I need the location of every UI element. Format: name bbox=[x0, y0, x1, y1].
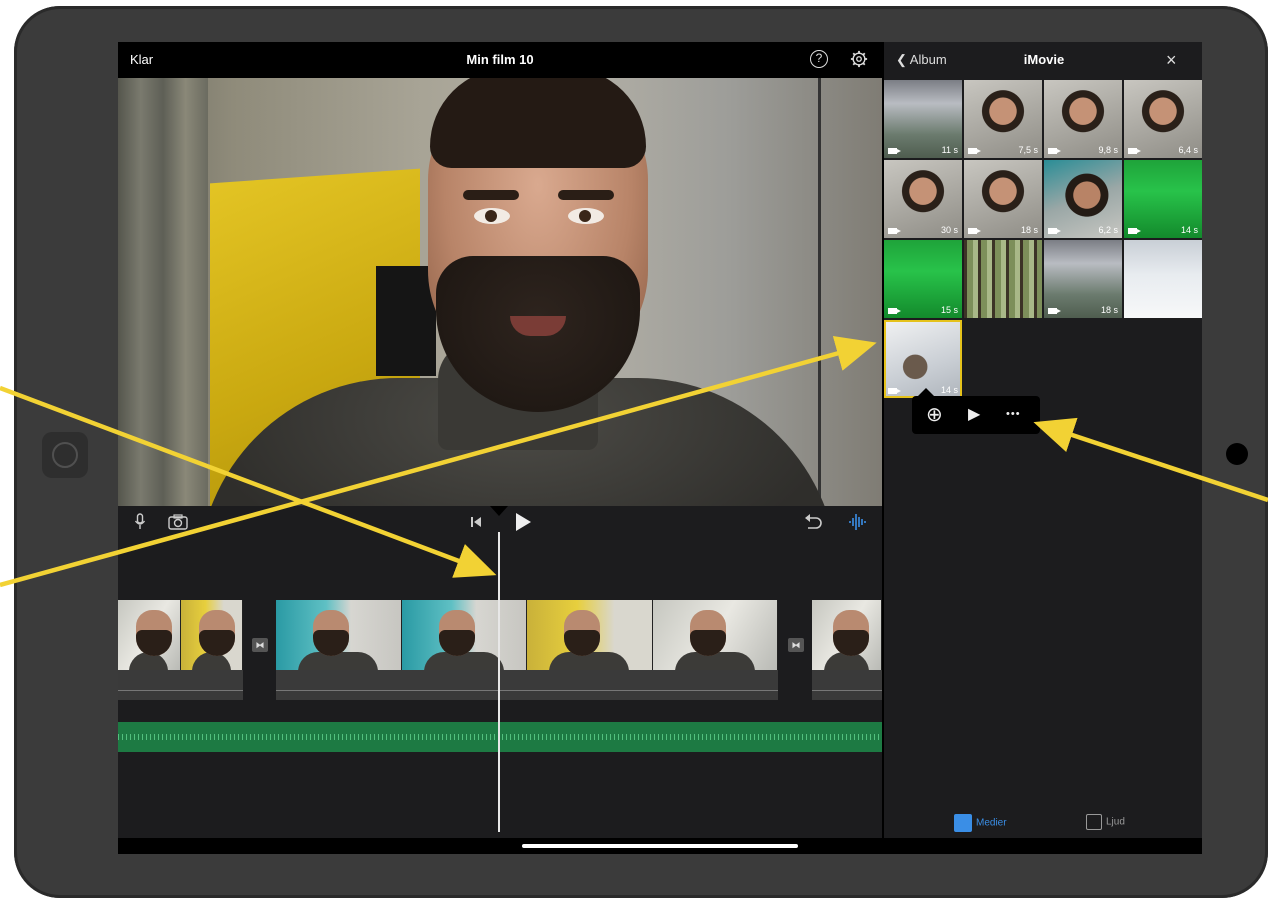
clip-frame bbox=[812, 600, 882, 670]
clip-frame bbox=[527, 600, 653, 670]
person-left-eye bbox=[474, 208, 510, 224]
media-tile-selected[interactable]: 14 s bbox=[884, 320, 962, 398]
tab-audio[interactable]: Ljud bbox=[1086, 814, 1125, 830]
video-camera-icon bbox=[968, 148, 981, 154]
clip-action-popup: ⊕ ▶ ••• bbox=[912, 388, 1040, 434]
media-browser: ❮ Album iMovie × 11 s 7,5 s 9,8 s 6,4 s 30 s… bbox=[882, 42, 1202, 838]
media-tile[interactable]: 6,4 s bbox=[1124, 80, 1202, 158]
video-camera-icon bbox=[888, 228, 901, 234]
clip-audio-waveform bbox=[276, 670, 778, 700]
media-duration: 7,5 s bbox=[1018, 145, 1038, 155]
transition-icon[interactable]: ⧓ bbox=[788, 638, 804, 652]
audio-waveform-icon[interactable] bbox=[848, 512, 868, 532]
clip-audio-waveform bbox=[118, 670, 243, 700]
tab-media-label: Medier bbox=[976, 817, 1007, 829]
media-tile[interactable]: 15 s bbox=[884, 240, 962, 318]
media-duration: 6,2 s bbox=[1098, 225, 1118, 235]
media-duration: 30 s bbox=[940, 225, 958, 235]
play-icon[interactable] bbox=[514, 512, 532, 532]
browser-title: iMovie bbox=[1023, 52, 1065, 67]
ipad-screen: Klar Min film 10 ? ⧓ ⧓ ❮ Album iMovie × … bbox=[118, 42, 1202, 854]
video-camera-icon bbox=[888, 308, 901, 314]
video-preview[interactable] bbox=[118, 78, 882, 506]
clip-audio-waveform bbox=[812, 670, 882, 700]
help-icon[interactable]: ? bbox=[810, 50, 828, 68]
undo-icon[interactable] bbox=[804, 514, 822, 530]
movie-editor: Klar Min film 10 ? ⧓ ⧓ bbox=[118, 42, 882, 854]
media-tile[interactable] bbox=[1124, 240, 1202, 318]
person-hair bbox=[430, 78, 646, 168]
film-strip-icon bbox=[954, 814, 972, 832]
camera-icon[interactable] bbox=[168, 514, 188, 530]
tab-audio-label: Ljud bbox=[1106, 816, 1125, 828]
clip-frame bbox=[180, 600, 243, 670]
video-camera-icon bbox=[968, 228, 981, 234]
media-tile[interactable]: 14 s bbox=[1124, 160, 1202, 238]
browser-tab-bar: Medier Ljud bbox=[884, 806, 1202, 838]
music-waveform bbox=[118, 734, 882, 740]
background-cable bbox=[818, 78, 821, 506]
more-options-icon[interactable]: ••• bbox=[1006, 408, 1021, 420]
person-right-eye bbox=[568, 208, 604, 224]
media-duration: 14 s bbox=[1180, 225, 1198, 235]
editor-top-bar: Klar Min film 10 ? bbox=[118, 42, 882, 78]
media-tile[interactable]: 9,8 s bbox=[1044, 80, 1122, 158]
clip-frame bbox=[276, 600, 402, 670]
background-music-track[interactable] bbox=[118, 722, 882, 752]
media-duration: 6,4 s bbox=[1178, 145, 1198, 155]
video-camera-icon bbox=[1048, 308, 1061, 314]
browser-top-bar: ❮ Album iMovie × bbox=[884, 42, 1202, 78]
video-camera-icon bbox=[888, 148, 901, 154]
home-button-ring bbox=[52, 442, 78, 468]
video-camera-icon bbox=[1048, 148, 1061, 154]
video-camera-icon bbox=[1048, 228, 1061, 234]
media-duration: 18 s bbox=[1020, 225, 1038, 235]
timeline-clip[interactable] bbox=[118, 600, 243, 700]
transition-icon[interactable]: ⧓ bbox=[252, 638, 268, 652]
person-left-brow bbox=[463, 190, 519, 200]
background-curtain bbox=[118, 78, 208, 506]
clip-thumbnails bbox=[118, 600, 243, 670]
media-tile[interactable]: 6,2 s bbox=[1044, 160, 1122, 238]
media-tile[interactable] bbox=[964, 240, 1042, 318]
clip-thumbnails bbox=[812, 600, 882, 670]
add-clip-icon[interactable]: ⊕ bbox=[926, 402, 943, 427]
clip-frame bbox=[118, 600, 181, 670]
timeline-clip[interactable] bbox=[812, 600, 882, 700]
settings-gear-icon[interactable] bbox=[850, 50, 868, 68]
person-right-brow bbox=[558, 190, 614, 200]
music-note-icon bbox=[1086, 814, 1102, 830]
timeline-clip[interactable] bbox=[276, 600, 778, 700]
media-tile[interactable]: 11 s bbox=[884, 80, 962, 158]
media-tile[interactable]: 18 s bbox=[1044, 240, 1122, 318]
background-dark-panel bbox=[376, 266, 436, 376]
project-title: Min film 10 bbox=[466, 52, 534, 67]
video-camera-icon bbox=[1128, 228, 1141, 234]
media-tile[interactable]: 30 s bbox=[884, 160, 962, 238]
media-tile[interactable]: 7,5 s bbox=[964, 80, 1042, 158]
close-icon[interactable]: × bbox=[1166, 50, 1177, 71]
microphone-icon[interactable] bbox=[134, 513, 146, 531]
home-button[interactable] bbox=[42, 432, 88, 478]
home-indicator[interactable] bbox=[522, 844, 798, 848]
media-duration: 14 s bbox=[940, 385, 958, 395]
clip-frame bbox=[401, 600, 527, 670]
preview-play-icon[interactable]: ▶ bbox=[968, 404, 980, 424]
video-camera-icon bbox=[1128, 148, 1141, 154]
media-duration: 18 s bbox=[1100, 305, 1118, 315]
timeline[interactable]: ⧓ ⧓ bbox=[118, 536, 882, 836]
video-camera-icon bbox=[888, 388, 901, 394]
clip-thumbnails bbox=[276, 600, 778, 670]
media-tile[interactable]: 18 s bbox=[964, 160, 1042, 238]
playhead-marker[interactable] bbox=[490, 506, 508, 516]
media-duration: 15 s bbox=[940, 305, 958, 315]
front-camera bbox=[1226, 443, 1248, 465]
media-duration: 9,8 s bbox=[1098, 145, 1118, 155]
clip-frame bbox=[652, 600, 778, 670]
media-duration: 11 s bbox=[941, 145, 958, 155]
skip-to-start-icon[interactable] bbox=[470, 516, 482, 528]
playhead-line[interactable] bbox=[498, 532, 500, 832]
tab-media[interactable]: Medier bbox=[954, 814, 1007, 832]
